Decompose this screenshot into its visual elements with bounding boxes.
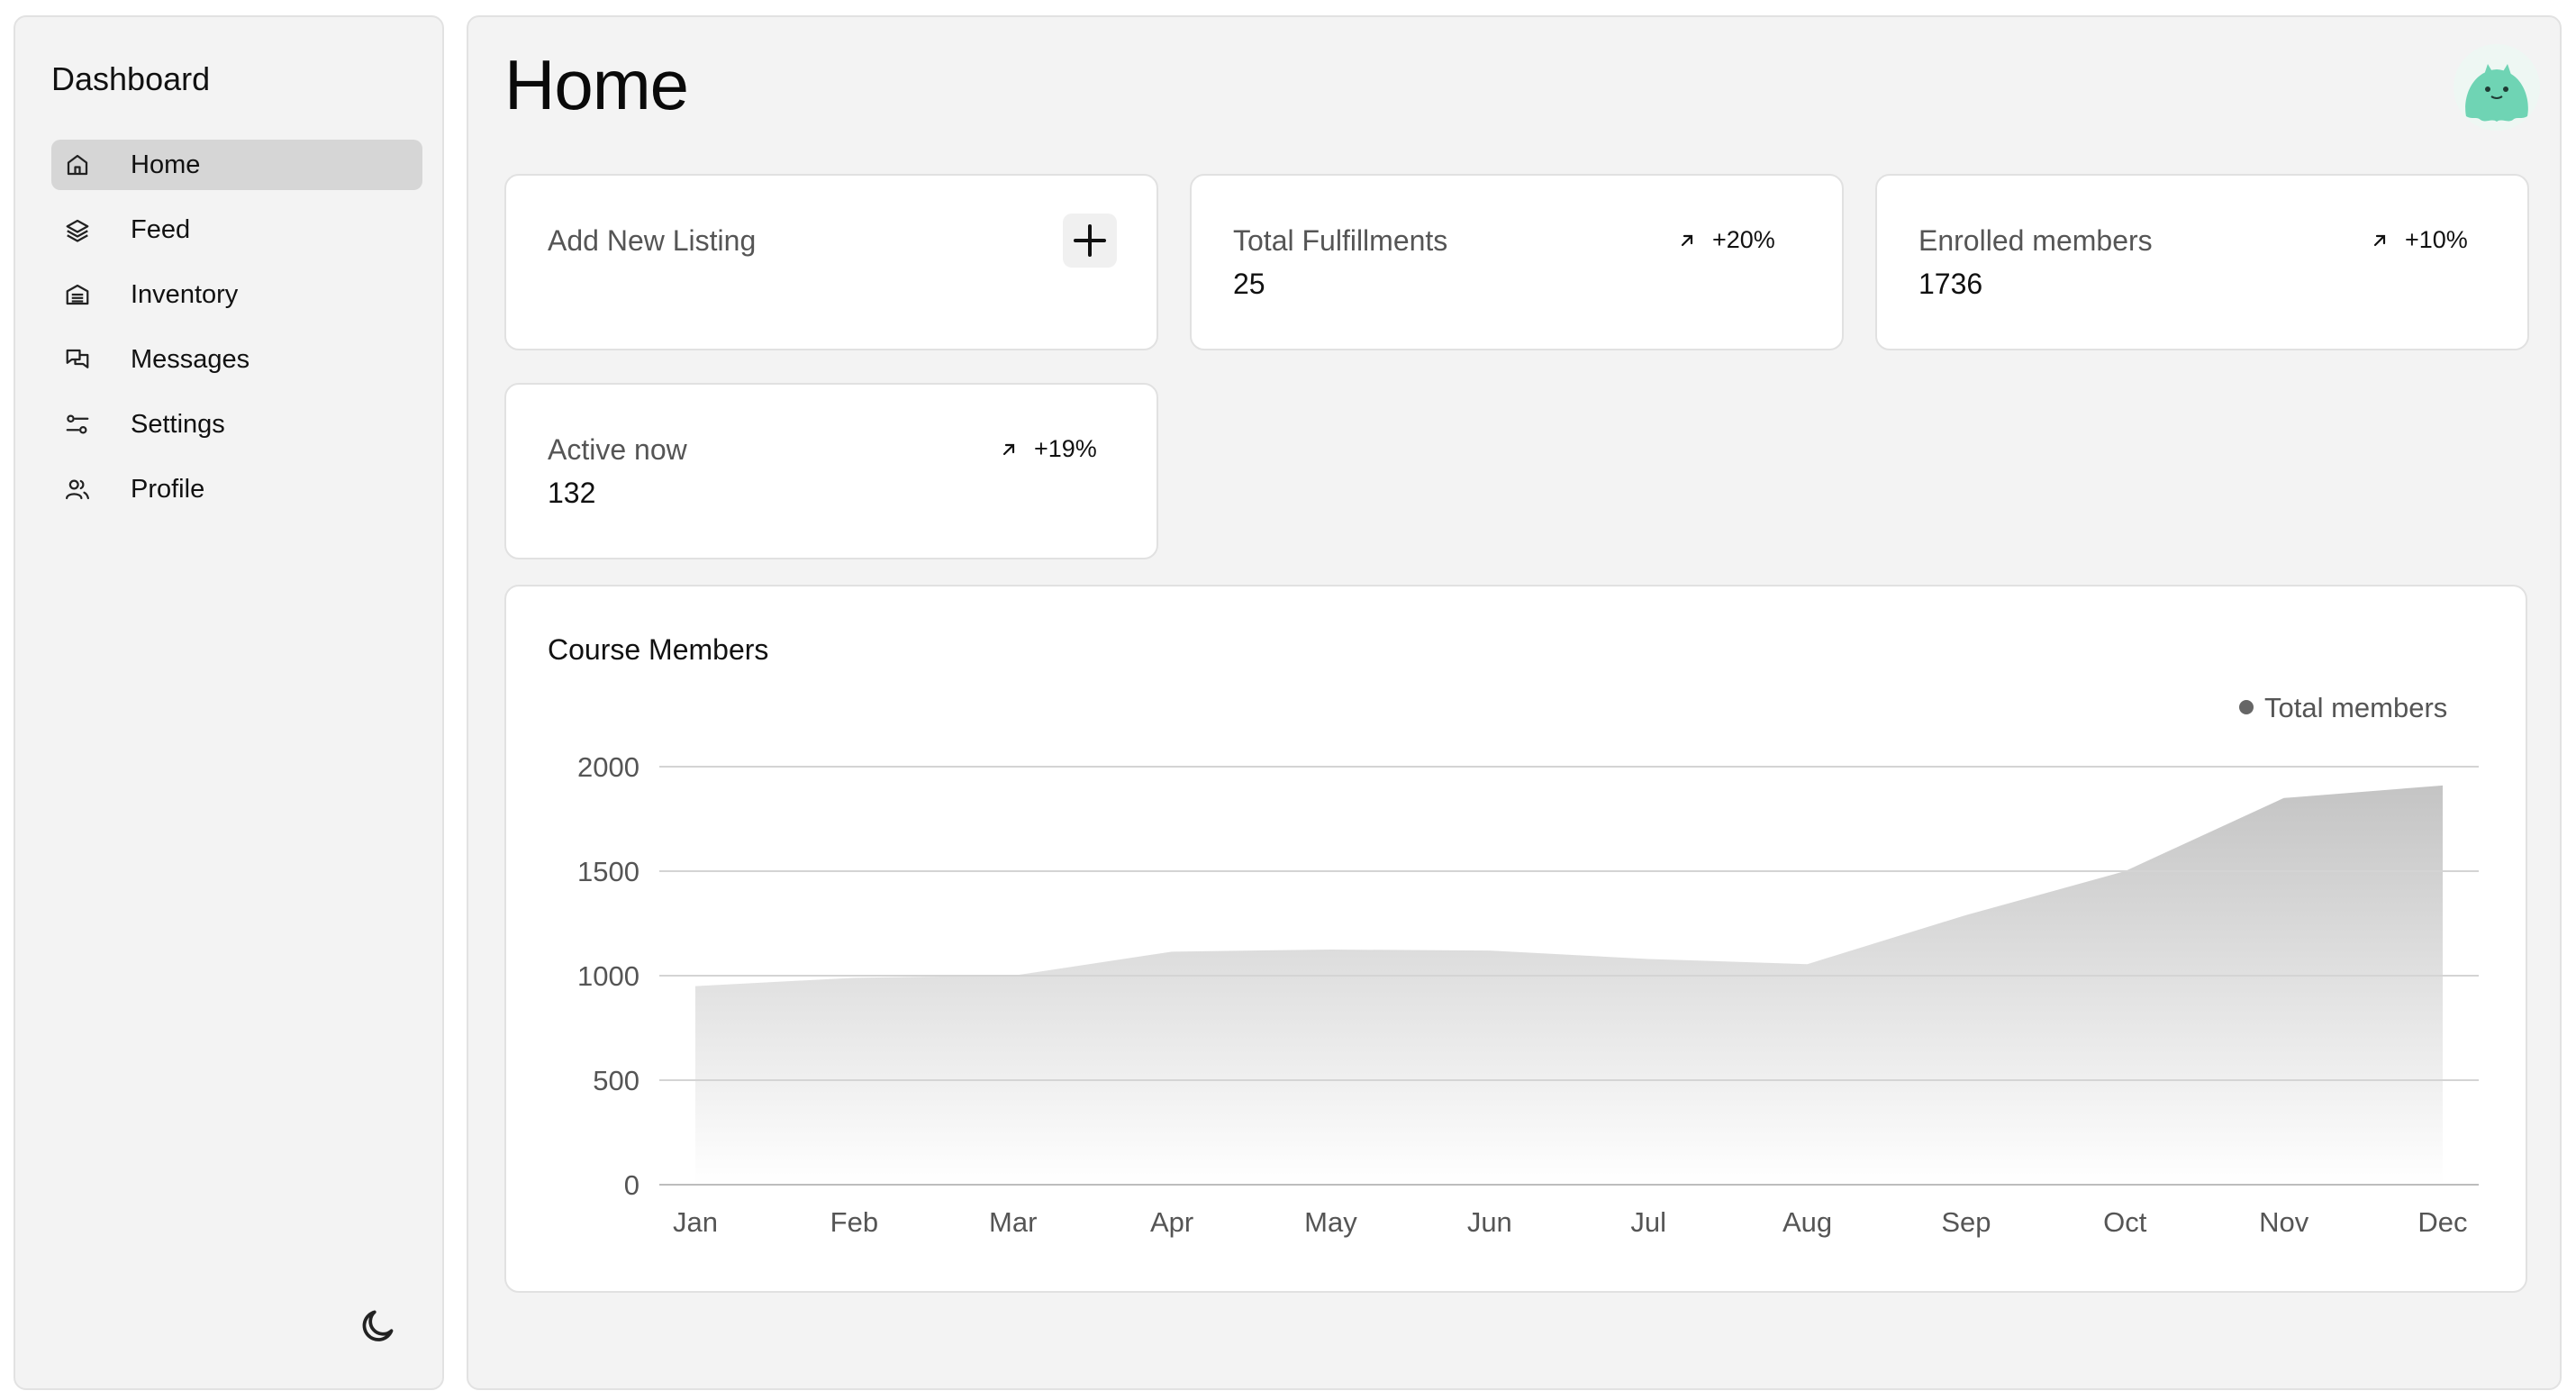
sidebar-item-label: Settings [131,409,225,439]
sidebar-nav: Home Feed Inventory Messages Settings Pr… [51,140,422,529]
sidebar-item-label: Messages [131,344,250,374]
sidebar-item-home[interactable]: Home [51,140,422,190]
add-listing-button[interactable] [1063,214,1117,268]
x-tick-label: Jun [1467,1206,1512,1238]
fulfillments-trend-value: +20% [1712,226,1775,253]
inventory-icon [66,284,89,305]
x-tick-label: Sep [1941,1206,1991,1238]
sidebar-item-inventory[interactable]: Inventory [51,269,422,320]
x-tick-label: Feb [830,1206,878,1238]
messages-icon [66,349,89,368]
y-tick-label: 0 [624,1169,639,1201]
fulfillments-card: Total Fulfillments 25 +20% [1190,174,1844,350]
enrolled-value: 1736 [1918,268,1983,300]
y-tick-label: 500 [593,1065,639,1096]
fulfillments-value: 25 [1233,268,1265,300]
y-tick-label: 1000 [577,960,639,992]
arrow-up-right-icon [1002,443,1015,455]
sidebar-item-label: Profile [131,474,205,504]
sidebar-item-label: Inventory [131,279,239,309]
x-tick-label: Apr [1150,1206,1193,1238]
users-icon [66,479,89,500]
active-now-label: Active now [548,433,687,466]
x-tick-label: May [1304,1206,1357,1238]
legend-dot [2239,700,2254,714]
add-listing-card: Add New Listing [504,174,1158,350]
moon-icon[interactable] [356,1304,401,1349]
enrolled-trend-value: +10% [2405,226,2468,253]
x-tick-label: Dec [2417,1206,2467,1238]
x-tick-label: Jan [673,1206,718,1238]
sliders-icon [66,414,89,434]
x-tick-label: Nov [2259,1206,2309,1238]
sidebar-item-label: Home [131,150,201,179]
fulfillments-trend: +20% [1678,226,1775,254]
x-tick-label: Aug [1782,1206,1832,1238]
sidebar-item-feed[interactable]: Feed [51,205,422,255]
layers-icon [66,219,89,242]
plus-icon [1074,224,1106,257]
fulfillments-label: Total Fulfillments [1233,224,1448,257]
x-tick-label: Jul [1630,1206,1666,1238]
course-members-chart-card: Course Members 0 500 1000 1500 2000 Jan Feb Mar… [504,585,2527,1293]
x-tick-label: Mar [989,1206,1037,1238]
mascot-avatar-icon [2454,44,2540,131]
x-tick-label: Oct [2103,1206,2147,1238]
sidebar-item-settings[interactable]: Settings [51,399,422,450]
sidebar: Dashboard Home Feed Inventory Messages S… [14,15,444,1390]
enrolled-trend: +10% [2371,226,2468,254]
y-tick-label: 1500 [577,856,639,887]
active-now-value: 132 [548,477,596,509]
active-now-card: Active now 132 +19% [504,383,1158,559]
series-area [695,785,2443,1185]
home-icon [67,154,88,176]
arrow-up-right-icon [2373,234,2386,246]
enrolled-label: Enrolled members [1918,224,2153,257]
sidebar-item-messages[interactable]: Messages [51,334,422,385]
sidebar-item-profile[interactable]: Profile [51,464,422,514]
main-panel: Home Add New Listing Total Fulfillments … [467,15,2562,1390]
active-now-trend-value: +19% [1034,435,1097,462]
active-now-trend: +19% [1000,435,1097,463]
legend-label: Total members [2264,692,2447,723]
avatar[interactable] [2454,44,2540,131]
sidebar-item-label: Feed [131,214,191,244]
page-title: Home [504,45,689,124]
add-listing-label: Add New Listing [548,224,757,257]
sidebar-title: Dashboard [51,60,211,97]
enrolled-card: Enrolled members 1736 +10% [1875,174,2529,350]
y-tick-label: 2000 [577,751,639,783]
course-members-chart: 0 500 1000 1500 2000 Jan Feb Mar Apr May Jun Jul Aug… [577,692,2479,1238]
arrow-up-right-icon [1681,234,1693,246]
